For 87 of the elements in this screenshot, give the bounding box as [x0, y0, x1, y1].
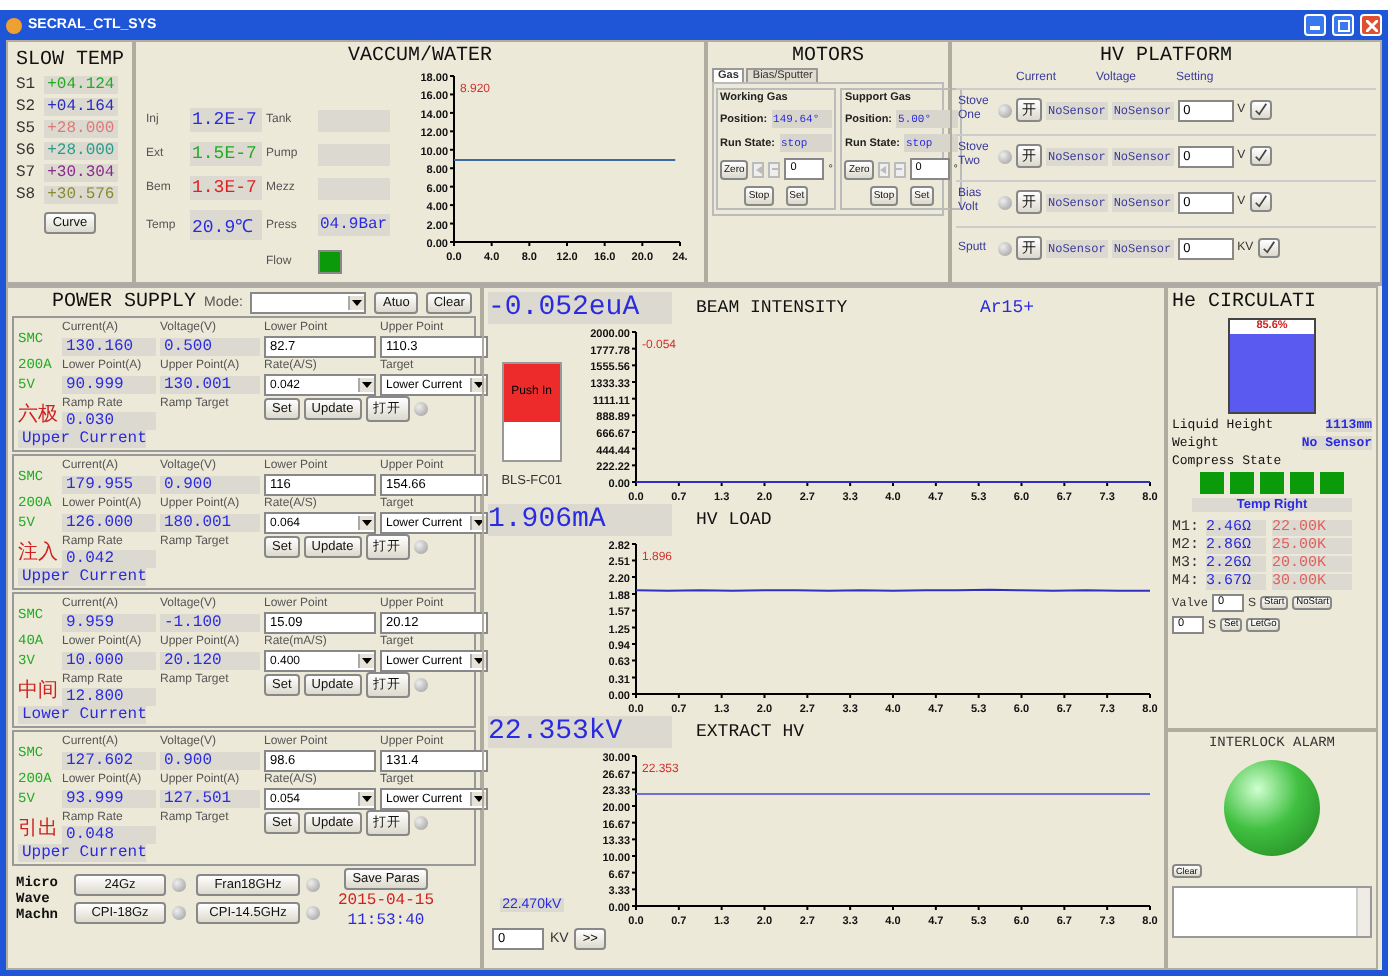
panel-title: SLOW TEMP [16, 50, 125, 72]
panel-title: MOTORS [791, 46, 864, 68]
caret-icon [358, 516, 374, 530]
sensor-label: S8 [16, 186, 36, 204]
maximize-icon [1337, 19, 1349, 31]
current-value: 179.955 [62, 476, 156, 494]
minimize-button[interactable] [1304, 14, 1326, 36]
sensor-label: S7 [16, 164, 36, 182]
caret-icon [348, 296, 365, 310]
lower-point-value: 126.000 [62, 514, 156, 532]
reading-value: 1.3E-7 [190, 176, 262, 200]
check-icon [1253, 102, 1268, 116]
chart-title: BEAM INTENSITY [696, 298, 850, 318]
left-arrow-icon [880, 165, 887, 173]
caret-icon [358, 378, 374, 392]
gauge-value: 04.9Bar [318, 214, 390, 236]
sensor-label: S2 [16, 98, 36, 116]
sensor-value: +28.000 [43, 142, 119, 160]
chart-title: HV LOAD [696, 510, 774, 530]
check-icon [1261, 240, 1276, 254]
left-arrow-icon [755, 165, 762, 173]
ramp-rate-value: 0.048 [62, 826, 156, 844]
supply-name: 中间 [18, 677, 58, 703]
apply-button[interactable] [1257, 238, 1280, 258]
time-label: 11:53:40 [347, 912, 425, 930]
minus-icon [896, 168, 903, 170]
sensor-value: +30.576 [43, 186, 119, 204]
ramp-target-value: Upper Current [18, 568, 147, 586]
reading-value: 22.353kV [488, 716, 672, 748]
panel-title: HV PLATFORM [1099, 46, 1232, 68]
supply-name: 六极 [18, 401, 58, 427]
caret-icon [358, 654, 374, 668]
voltage-value: 0.500 [160, 338, 260, 356]
sensor-value: +04.124 [43, 76, 119, 94]
upper-point-value: 20.120 [160, 652, 260, 670]
check-icon [1253, 148, 1268, 162]
sensor-label: S1 [16, 76, 36, 94]
sensor-value: +30.304 [43, 164, 119, 182]
ramp-rate-value: 0.042 [62, 550, 156, 568]
lower-point-value: 93.999 [62, 790, 156, 808]
ion-label: Ar15+ [980, 298, 1035, 318]
voltage-value: -1.100 [160, 614, 260, 632]
reading-value: 20.9℃ [190, 210, 262, 240]
reading-value: 1.2E-7 [190, 108, 262, 132]
upper-point-value: 180.001 [160, 514, 260, 532]
mode-dropdown[interactable] [250, 292, 367, 314]
check-icon [1253, 194, 1268, 208]
panel-title: He CIRCULATI [1172, 292, 1319, 314]
log-area[interactable] [1172, 886, 1372, 938]
current-value: 130.160 [62, 338, 156, 356]
sensor-label: S6 [16, 142, 36, 160]
date-label: 2015-04-15 [338, 892, 435, 910]
current-value: 9.959 [62, 614, 156, 632]
sensor-value: +04.164 [43, 98, 119, 116]
ramp-rate-value: 12.800 [62, 688, 156, 706]
upper-point-value: 130.001 [160, 376, 260, 394]
ramp-target-value: Upper Current [18, 430, 147, 448]
supply-name: 引出 [18, 815, 58, 841]
app-icon [6, 17, 22, 33]
reading-value: -0.052euA [488, 292, 672, 324]
chart-title: EXTRACT HV [696, 722, 807, 742]
panel-title: VACCUM/WATER [348, 46, 493, 68]
upper-point-value: 127.501 [160, 790, 260, 808]
minus-icon [771, 168, 778, 170]
lower-point-value: 10.000 [62, 652, 156, 670]
voltage-value: 0.900 [160, 752, 260, 770]
sensor-label: S5 [16, 120, 36, 138]
voltage-value: 0.900 [160, 476, 260, 494]
caret-icon [358, 792, 374, 806]
ramp-target-value: Lower Current [18, 706, 147, 724]
panel-title: POWER SUPPLY [52, 292, 197, 314]
apply-button[interactable] [1249, 100, 1272, 120]
scrollbar[interactable] [1356, 888, 1370, 936]
ramp-target-value: Upper Current [18, 844, 147, 862]
sensor-value: +28.000 [43, 120, 119, 138]
supply-name: 注入 [18, 539, 58, 565]
close-button[interactable] [1360, 14, 1382, 36]
reading-value: 1.5E-7 [190, 142, 262, 166]
ramp-rate-value: 0.030 [62, 412, 156, 430]
reading-value: 1.906mA [488, 504, 672, 536]
current-value: 127.602 [62, 752, 156, 770]
close-icon [1365, 19, 1377, 31]
apply-button[interactable] [1249, 146, 1272, 166]
apply-button[interactable] [1249, 192, 1272, 212]
minimize-icon [1310, 20, 1320, 30]
maximize-button[interactable] [1332, 14, 1354, 36]
lower-point-value: 90.999 [62, 376, 156, 394]
